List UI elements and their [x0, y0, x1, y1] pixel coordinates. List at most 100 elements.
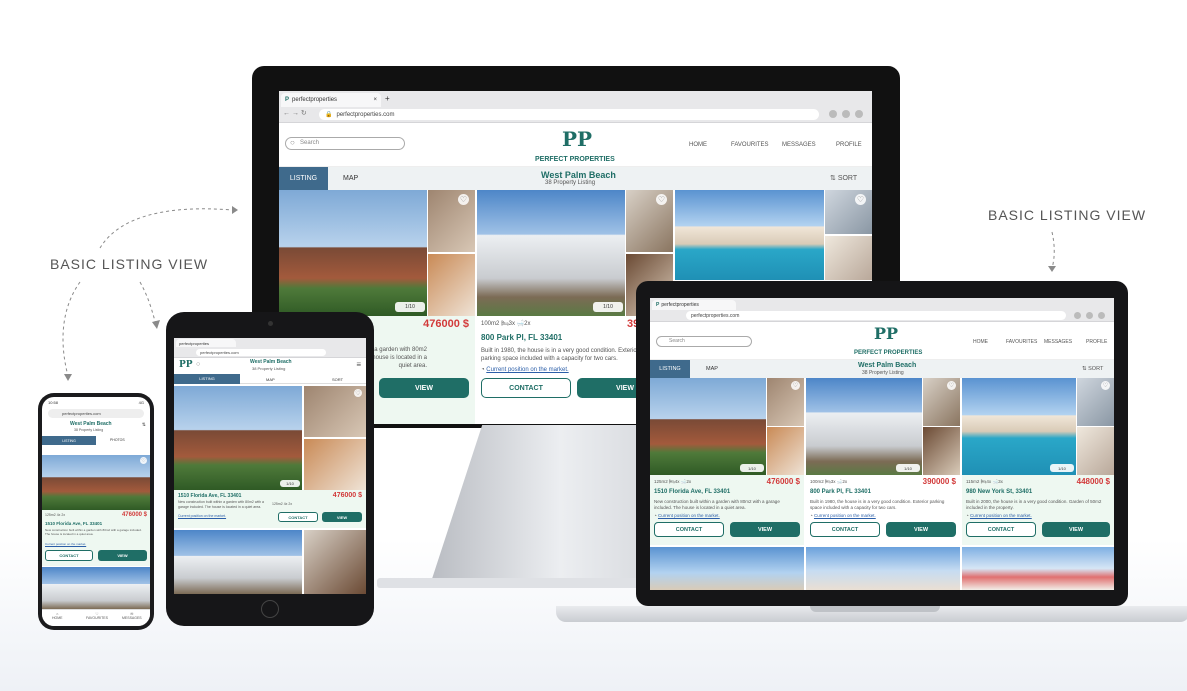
favourite-heart-icon[interactable]: ♡ — [947, 381, 956, 390]
market-position-link[interactable]: ◔ Current position on the market. — [966, 513, 1032, 518]
tab-listing[interactable]: LISTING — [650, 360, 690, 378]
tablet-camera — [268, 321, 273, 326]
nav-home[interactable]: HOME — [973, 339, 988, 345]
listing-address[interactable]: 1510 Florida Ave, FL 33401 — [654, 489, 730, 495]
laptop-card-4-photos[interactable] — [650, 547, 804, 590]
tab-map[interactable]: MAP — [266, 377, 275, 382]
nav-messages[interactable]: MESSAGES — [782, 142, 816, 148]
favourite-heart-icon[interactable]: ♡ — [140, 457, 147, 464]
tab-map[interactable]: MAP — [343, 175, 358, 182]
listing-card-1-photos[interactable]: ♡ 1/10 — [279, 190, 475, 316]
laptop-browser-tab[interactable]: Pperfectproperties — [652, 300, 736, 310]
brand-logo-icon[interactable]: PP — [874, 324, 898, 343]
nav-profile[interactable]: PROFILE — [836, 142, 862, 148]
laptop-card-3-photos[interactable]: ♡ 1/10 — [962, 378, 1114, 475]
laptop-address-bar[interactable]: perfectproperties.com — [686, 311, 1066, 320]
listing-address[interactable]: 1510 Florida Ave, FL 33401 — [178, 493, 241, 499]
tab-listing[interactable]: LISTING — [42, 436, 96, 445]
laptop-card-2-photos[interactable]: ♡ 1/10 — [806, 378, 960, 475]
profile-icon[interactable] — [1086, 312, 1093, 319]
favourite-heart-icon[interactable]: ♡ — [458, 194, 469, 205]
desktop-address-bar[interactable]: 🔒 perfectproperties.com — [319, 109, 819, 120]
brand-logo-icon[interactable]: PP — [179, 360, 193, 370]
house-photo-main — [42, 567, 150, 609]
contact-button[interactable]: CONTACT — [45, 550, 93, 561]
view-button[interactable]: VIEW — [98, 550, 147, 561]
phone-card-1-photos[interactable]: ♡ — [42, 455, 150, 510]
tab-listing[interactable]: LISTING — [174, 373, 240, 384]
view-button[interactable]: VIEW — [730, 522, 800, 537]
nav-favourites[interactable]: FAVOURITES — [1006, 339, 1037, 345]
market-position-link[interactable]: ◔ Current position on the market. — [654, 513, 720, 518]
listing-address[interactable]: 1510 Florida Ave, FL 33401 — [45, 521, 102, 526]
search-icon[interactable]: ○ — [196, 361, 200, 368]
market-position-link[interactable]: Current position on the market. — [178, 514, 226, 518]
favourite-heart-icon[interactable]: ♡ — [855, 194, 866, 205]
favourite-heart-icon[interactable]: ♡ — [656, 194, 667, 205]
favourite-heart-icon[interactable]: ♡ — [1101, 381, 1110, 390]
favourite-heart-icon[interactable]: ♡ — [791, 381, 800, 390]
view-button[interactable]: VIEW — [886, 522, 956, 537]
menu-icon[interactable] — [855, 110, 863, 118]
menu-icon[interactable] — [1098, 312, 1105, 319]
nav-home[interactable]: HOME — [689, 142, 707, 148]
laptop-listing-grid: ♡ 1/10 125m2 🛏4x 🛁2x 476000 $ 1510 Flori… — [650, 378, 1114, 590]
favourite-heart-icon[interactable]: ♡ — [354, 389, 362, 397]
tablet-card-2-photos[interactable] — [174, 530, 366, 594]
view-button[interactable]: VIEW — [1042, 522, 1110, 537]
listing-baths: 3x — [998, 479, 1003, 484]
laptop-card-5-photos[interactable] — [806, 547, 960, 590]
tab-close-icon[interactable]: × — [373, 97, 377, 103]
contact-button[interactable]: CONTACT — [810, 522, 880, 537]
house-photo-main — [962, 547, 1114, 590]
listing-address[interactable]: 800 Park Pl, FL 33401 — [481, 333, 562, 342]
nav-favourites[interactable]: FAVOURITES — [731, 142, 769, 148]
market-position-link[interactable]: ◔ Current position on the market. — [810, 513, 876, 518]
house-photo-main — [675, 190, 824, 280]
extension-icon[interactable] — [829, 110, 837, 118]
market-position-link[interactable]: Current position on the market. — [45, 542, 86, 546]
sort-button[interactable]: SORT — [332, 377, 343, 382]
tab-listing[interactable]: LISTING — [279, 167, 328, 190]
laptop-card-6-photos[interactable] — [962, 547, 1114, 590]
phone-address-bar[interactable]: perfectproperties.com — [48, 409, 144, 418]
market-position-label: Current position on the market. — [969, 513, 1032, 518]
tablet-home-button[interactable] — [261, 600, 279, 618]
listing-address[interactable]: 980 New York St, 33401 — [966, 489, 1032, 495]
bottom-nav-favourites[interactable]: ♡ FAVOURITES — [86, 612, 108, 620]
laptop-card-1-photos[interactable]: ♡ 1/10 — [650, 378, 804, 475]
view-button[interactable]: VIEW — [379, 378, 469, 398]
contact-button[interactable]: CONTACT — [654, 522, 724, 537]
tablet-browser-chrome: perfectproperties perfectproperties.com — [174, 338, 366, 358]
nav-profile[interactable]: PROFILE — [1086, 339, 1107, 345]
tab-photos[interactable]: PHOTOS — [110, 438, 125, 442]
contact-button[interactable]: CONTACT — [278, 512, 318, 522]
extension-icon[interactable] — [1074, 312, 1081, 319]
tab-map[interactable]: MAP — [706, 366, 718, 372]
desktop-search-input[interactable]: Search — [285, 137, 405, 150]
desktop-browser-tab[interactable]: P perfectproperties × — [281, 93, 381, 107]
market-position-link[interactable]: ◔ Current position on the market. — [481, 367, 569, 373]
tablet-address-bar[interactable]: perfectproperties.com — [196, 349, 326, 356]
contact-button[interactable]: CONTACT — [481, 378, 571, 398]
listing-address[interactable]: 800 Park Pl, FL 33401 — [810, 489, 871, 495]
contact-button[interactable]: CONTACT — [966, 522, 1036, 537]
new-tab-icon[interactable]: + — [385, 94, 390, 103]
hamburger-menu-icon[interactable]: ≡ — [356, 360, 361, 369]
bottom-nav-home[interactable]: ⌂ HOME — [52, 612, 63, 620]
sort-icon[interactable]: ⇅ — [142, 422, 146, 428]
bottom-nav-messages[interactable]: ✉ MESSAGES — [122, 612, 142, 620]
phone-card-2-photos[interactable] — [42, 567, 150, 609]
tablet-browser-tab[interactable]: perfectproperties — [176, 339, 236, 347]
view-button[interactable]: VIEW — [322, 512, 362, 522]
back-forward-icon[interactable]: ← → ↻ — [283, 109, 307, 117]
brand-logo-icon[interactable]: PP — [562, 127, 592, 151]
profile-icon[interactable] — [842, 110, 850, 118]
nav-messages[interactable]: MESSAGES — [1044, 339, 1072, 345]
sort-button[interactable]: ⇅ SORT — [1082, 366, 1103, 372]
sort-button[interactable]: ⇅ SORT — [830, 174, 857, 182]
tablet-card-1-photos[interactable]: ♡ 1/10 — [174, 386, 366, 490]
bed-icon: 🛏 — [501, 321, 509, 327]
listing-card-3-photos[interactable]: ♡ — [675, 190, 872, 280]
laptop-search-input[interactable]: Search — [656, 336, 752, 347]
